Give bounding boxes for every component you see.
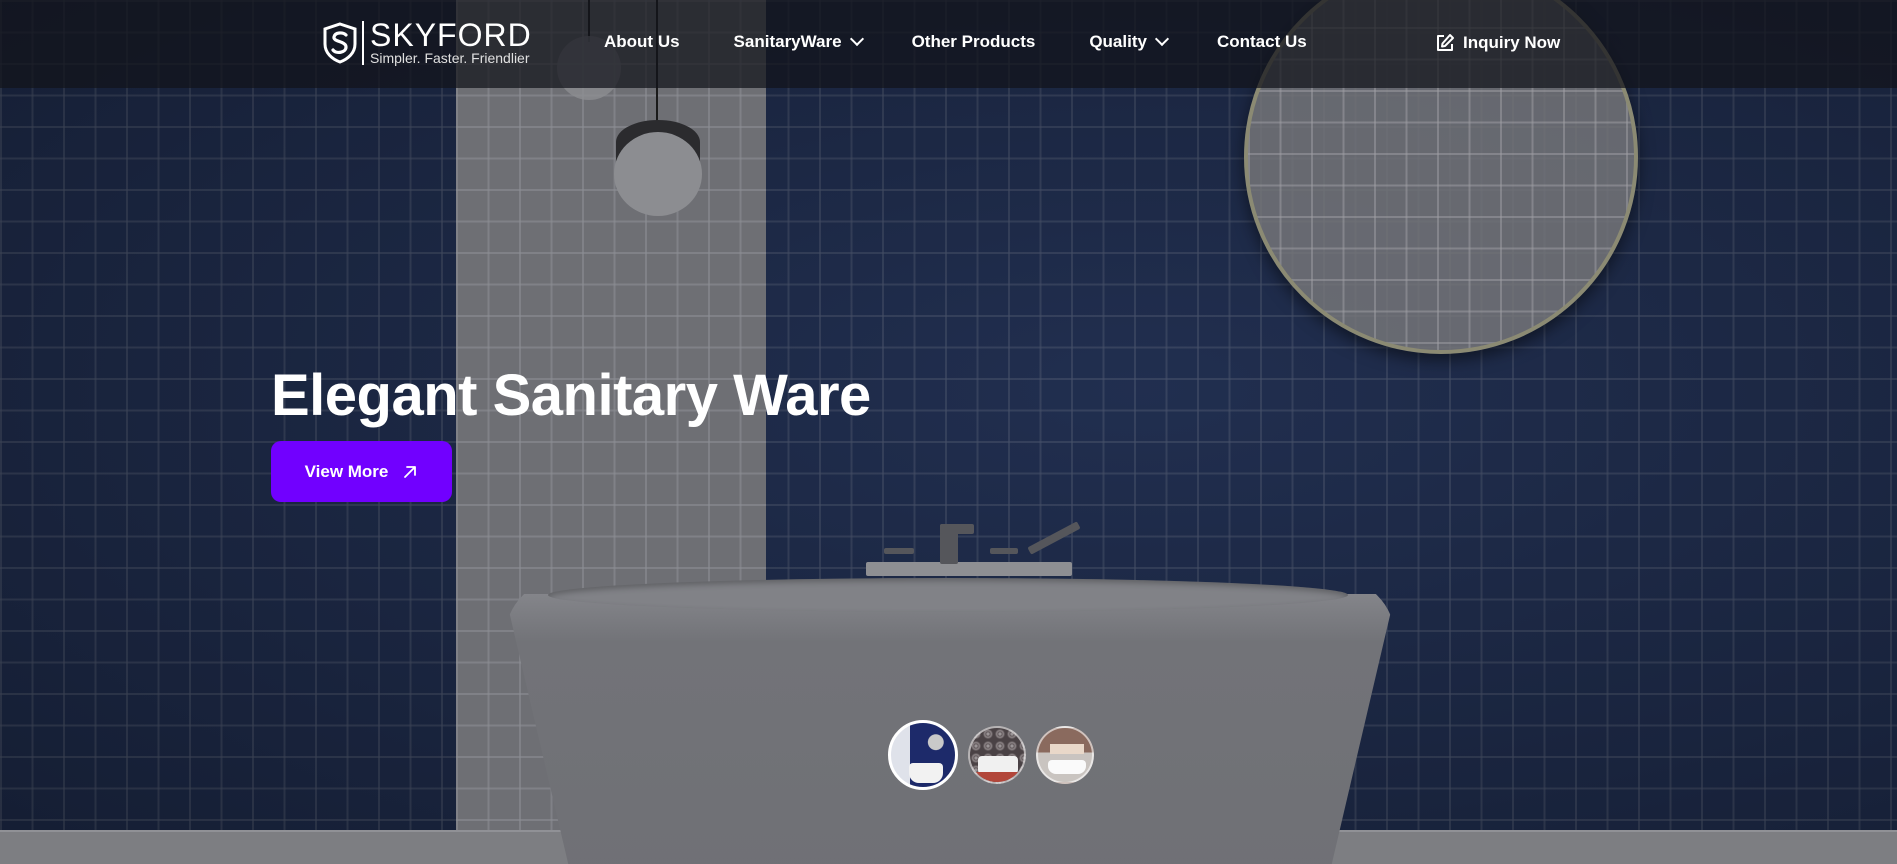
shield-s-logo-icon xyxy=(323,22,357,64)
thumb-floor xyxy=(970,772,1024,782)
navbar: SKYFORD Simpler. Faster. Friendlier Abou… xyxy=(0,0,1897,88)
slide-thumb-2[interactable] xyxy=(968,726,1026,784)
faucet-handle-left xyxy=(884,548,914,554)
thumb-tub xyxy=(1048,760,1086,774)
nav-label: About Us xyxy=(604,32,680,51)
nav-sanitaryware[interactable]: SanitaryWare xyxy=(733,31,864,52)
cta-label: View More xyxy=(304,461,389,481)
nav-label: Contact Us xyxy=(1216,32,1307,51)
logo-text: SKYFORD Simpler. Faster. Friendlier xyxy=(370,17,532,66)
view-more-button[interactable]: View More xyxy=(271,441,452,502)
brand-name: SKYFORD xyxy=(370,17,532,53)
inquiry-now-link[interactable]: Inquiry Now xyxy=(1435,33,1560,53)
nav-label: SanitaryWare xyxy=(733,32,842,51)
thumb-shelf xyxy=(1050,744,1084,754)
edit-icon xyxy=(1437,34,1454,51)
chevron-down-icon xyxy=(849,31,864,47)
main-nav: About Us SanitaryWare Other Products Qua… xyxy=(604,31,1307,52)
nav-other-products[interactable]: Other Products xyxy=(912,32,1036,52)
nav-quality[interactable]: Quality xyxy=(1089,31,1170,52)
nav-label: Other Products xyxy=(911,32,1036,51)
brand-tagline: Simpler. Faster. Friendlier xyxy=(370,50,530,66)
slide-thumb-3[interactable] xyxy=(1036,726,1094,784)
thumb-tub xyxy=(909,763,943,783)
inquiry-label: Inquiry Now xyxy=(1463,33,1561,52)
logo-divider xyxy=(362,21,364,65)
slide-thumbnails xyxy=(888,720,1094,790)
faucet-deck xyxy=(866,562,1072,576)
chevron-down-icon xyxy=(1154,31,1170,47)
bathtub-rim xyxy=(548,578,1348,612)
hero-headline: Elegant Sanitary Ware xyxy=(271,363,871,428)
lamp-bulb-right xyxy=(614,132,702,216)
faucet-spout-top xyxy=(940,524,974,534)
arrow-up-right-icon xyxy=(404,465,417,478)
nav-contact-us[interactable]: Contact Us xyxy=(1217,32,1307,52)
nav-about-us[interactable]: About Us xyxy=(604,32,680,52)
brand-logo[interactable]: SKYFORD Simpler. Faster. Friendlier xyxy=(322,17,532,66)
faucet-handle-right xyxy=(990,548,1018,554)
nav-label: Quality xyxy=(1089,32,1147,51)
slide-thumb-1[interactable] xyxy=(888,720,958,790)
bathtub xyxy=(505,594,1395,864)
hand-shower xyxy=(1027,521,1081,555)
